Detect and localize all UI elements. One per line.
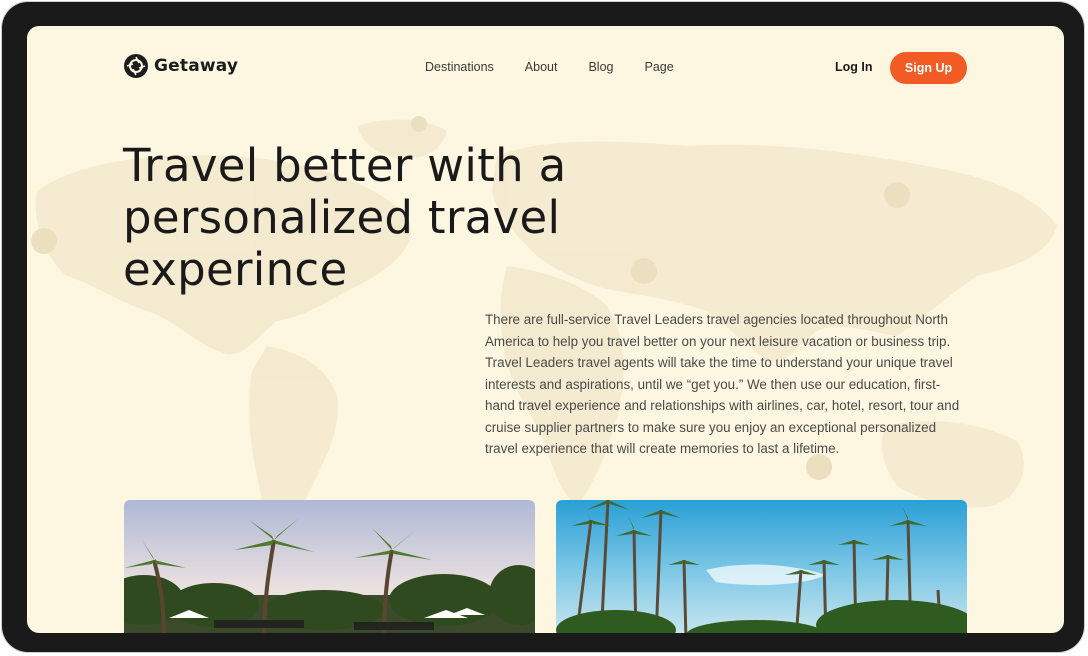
resort-palms-photo — [124, 500, 535, 633]
beach-palms-photo — [556, 500, 967, 633]
nav-link-blog[interactable]: Blog — [588, 60, 613, 74]
brand-name: Getaway — [154, 56, 239, 76]
nav-link-destinations[interactable]: Destinations — [425, 60, 494, 74]
main-nav: Destinations About Blog Page — [425, 60, 674, 74]
hero-title-line-1: Travel better with a — [123, 139, 567, 192]
hero-title: Travel better with a personalized travel… — [123, 140, 643, 296]
browser-viewport: Getaway Destinations About Blog Page Log… — [27, 26, 1064, 633]
nav-link-about[interactable]: About — [525, 60, 558, 74]
hero-title-line-3: experince — [123, 243, 348, 296]
hero-description: There are full-service Travel Leaders tr… — [485, 312, 960, 456]
login-link[interactable]: Log In — [835, 60, 873, 74]
tablet-frame: Getaway Destinations About Blog Page Log… — [2, 2, 1084, 652]
camera-aperture-icon — [124, 54, 148, 78]
nav-link-page[interactable]: Page — [645, 60, 674, 74]
signup-button[interactable]: Sign Up — [890, 52, 967, 84]
hero-title-line-2: personalized travel — [123, 191, 561, 244]
brand-logo[interactable]: Getaway — [124, 54, 238, 78]
